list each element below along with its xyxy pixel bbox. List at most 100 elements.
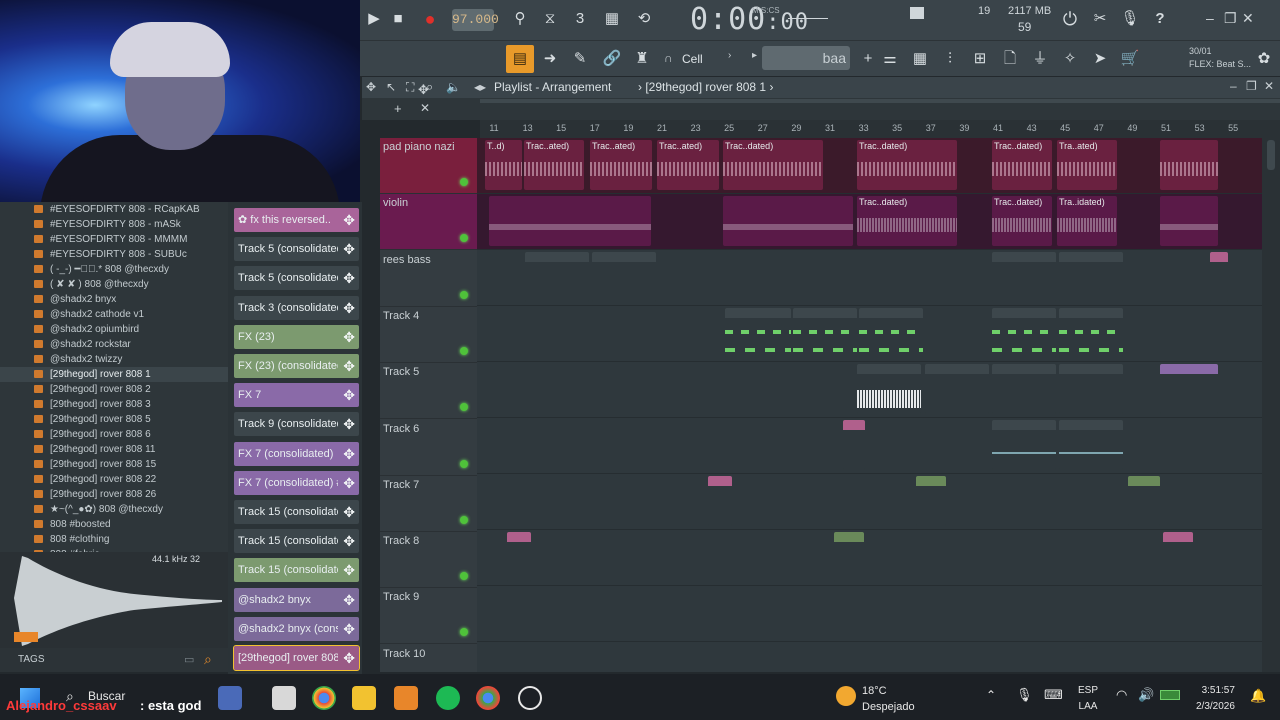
- mute-led-icon[interactable]: [460, 234, 468, 243]
- picker-item[interactable]: Track 3 (consolidated.. ✥: [234, 295, 359, 320]
- news-panel[interactable]: 30/01 FLEX: Beat S...: [1189, 45, 1251, 71]
- clip[interactable]: T..d): [485, 140, 522, 190]
- browser-item[interactable]: ★~(^_●✿) 808 @thecxdy: [0, 502, 228, 517]
- playlist-restore-icon[interactable]: ❐: [1246, 79, 1257, 93]
- drag-icon[interactable]: ✥: [343, 354, 355, 378]
- picker-item[interactable]: FX 7 ✥: [234, 383, 359, 408]
- picker-item[interactable]: [29thegod] rover 808.. ✥: [233, 645, 360, 671]
- drag-icon[interactable]: ✥: [343, 412, 355, 436]
- chevron-right-icon[interactable]: ›: [728, 50, 731, 61]
- clip[interactable]: Trac..dated): [857, 140, 957, 190]
- clip[interactable]: #EYES..ASH: [725, 308, 791, 358]
- clip[interactable]: [1160, 140, 1218, 190]
- track-header[interactable]: Track 9: [380, 588, 477, 645]
- vertical-scrollbar[interactable]: [1262, 120, 1280, 672]
- browser-item[interactable]: @shadx2 bnyx: [0, 292, 228, 307]
- clip[interactable]: [708, 476, 732, 526]
- snap-icon[interactable]: ✥: [418, 82, 429, 98]
- picker-item[interactable]: Track 9 (consolidated) ✥: [234, 412, 359, 437]
- widget-icon[interactable]: [218, 686, 242, 710]
- steam-icon[interactable]: [518, 686, 542, 710]
- clip[interactable]: [1160, 196, 1218, 246]
- microphone-icon[interactable]: 🎙: [1116, 5, 1144, 33]
- clip[interactable]: Tra..ated): [1057, 140, 1117, 190]
- browser-item[interactable]: [29thegod] rover 808 1: [0, 367, 228, 382]
- browser-item[interactable]: ( -_-) ━☆゚.* 808 @thecxdy: [0, 262, 228, 277]
- browser-item[interactable]: [29thegod] rover 808 6: [0, 427, 228, 442]
- clip[interactable]: Trac..ated): [590, 140, 652, 190]
- browser-item[interactable]: @shadx2 cathode v1: [0, 307, 228, 322]
- mute-led-icon[interactable]: [460, 403, 468, 412]
- add-track-icon[interactable]: +: [394, 101, 402, 116]
- clip[interactable]: [1163, 532, 1193, 582]
- clip[interactable]: baa: [992, 420, 1056, 470]
- playlist-minimize-icon[interactable]: –: [1230, 79, 1237, 93]
- browser-item[interactable]: [29thegod] rover 808 22: [0, 472, 228, 487]
- blend-notes-icon[interactable]: ⟲: [630, 5, 658, 33]
- clip[interactable]: snare clap: [925, 364, 989, 414]
- picker-item[interactable]: ✿ fx this reversed.. ✥: [234, 208, 359, 232]
- mute-led-icon[interactable]: [460, 572, 468, 581]
- drag-icon[interactable]: ✥: [343, 646, 355, 670]
- horizontal-scrollbar[interactable]: [480, 99, 1280, 103]
- drag-icon[interactable]: ✥: [343, 208, 355, 232]
- mute-led-icon[interactable]: [460, 459, 468, 468]
- drag-icon[interactable]: ✥: [343, 296, 355, 320]
- track-header[interactable]: violin: [380, 194, 477, 251]
- fl-studio-icon[interactable]: [394, 686, 418, 710]
- clip[interactable]: Tra..idated): [1057, 196, 1117, 246]
- magnet-icon[interactable]: ∩: [664, 51, 673, 65]
- snap-selector[interactable]: Cell: [682, 49, 732, 69]
- volume-icon[interactable]: 🔊: [1138, 687, 1154, 703]
- search-icon[interactable]: ⌕: [204, 651, 212, 668]
- clip[interactable]: 808: [525, 252, 589, 302]
- power-icon[interactable]: ⏻: [1056, 5, 1084, 33]
- notification-icon[interactable]: 🔔: [1250, 688, 1266, 704]
- clip[interactable]: 808: [592, 252, 656, 302]
- move-icon[interactable]: ✥: [366, 80, 376, 94]
- picker-item[interactable]: Track 15 (consolidate.. ✥: [234, 529, 359, 554]
- zoom-window-icon[interactable]: ⛶: [406, 80, 414, 95]
- clip[interactable]: [507, 532, 531, 582]
- remove-icon[interactable]: ✕: [420, 101, 430, 115]
- browser-item[interactable]: [29thegod] rover 808 5: [0, 412, 228, 427]
- clip[interactable]: Trac..dated): [857, 196, 957, 246]
- arrangement-grid[interactable]: T..d) Trac..ated) Trac..ated) Trac..ated…: [477, 138, 1262, 672]
- track-header[interactable]: pad piano nazi: [380, 138, 477, 194]
- drag-icon[interactable]: ✥: [343, 471, 355, 495]
- stamp-icon[interactable]: ♜: [628, 45, 656, 73]
- clip[interactable]: Trac..dated): [992, 196, 1052, 246]
- shop-icon[interactable]: 🛒: [1116, 45, 1144, 73]
- countdown-icon[interactable]: 3: [566, 5, 594, 33]
- drag-icon[interactable]: ✥: [343, 383, 355, 407]
- picker-item[interactable]: Track 15 (consolidate.. ✥: [234, 500, 359, 524]
- drag-icon[interactable]: ✥: [343, 558, 355, 582]
- plugin-icon[interactable]: ⏚: [1026, 45, 1054, 73]
- folder-icon[interactable]: [352, 686, 376, 710]
- timeline-ruler[interactable]: 11 13 15 17 19 21 23 25 27 29 31 33 35 37 39 41 43 45 47 49…: [480, 120, 1262, 138]
- browser-item[interactable]: [29thegod] rover 808 3: [0, 397, 228, 412]
- browser-item[interactable]: #EYESOFDIRTY 808 - SUBUc: [0, 247, 228, 262]
- time-display[interactable]: 0:00:00: [690, 2, 809, 37]
- browser-item[interactable]: [29thegod] rover 808 26: [0, 487, 228, 502]
- track-header[interactable]: Track 4: [380, 307, 477, 363]
- browser-item[interactable]: [29thegod] rover 808 11: [0, 442, 228, 457]
- picker-item[interactable]: FX (23) (consolidated) ✥: [234, 354, 359, 378]
- weather-icon[interactable]: [836, 686, 856, 706]
- track-header[interactable]: rees bass: [380, 251, 477, 307]
- drag-icon[interactable]: ✥: [343, 588, 355, 612]
- drag-icon[interactable]: ✥: [343, 325, 355, 349]
- playlist-view-icon[interactable]: ▤: [506, 45, 534, 73]
- picker-item[interactable]: @shadx2 bnyx (cons.. ✥: [234, 616, 359, 641]
- clip[interactable]: [489, 196, 651, 246]
- step-edit-icon[interactable]: ▦: [598, 5, 626, 33]
- mute-led-icon[interactable]: [460, 346, 468, 355]
- clock[interactable]: 3:51:57 2/3/2026: [1196, 683, 1235, 715]
- clip[interactable]: #EYES..ASH: [859, 308, 923, 358]
- picker-item[interactable]: FX 7 (consolidated) ✥: [234, 441, 359, 466]
- clip[interactable]: @sh...ted): [857, 364, 921, 414]
- stop-icon[interactable]: ■: [384, 5, 412, 33]
- minimize-icon[interactable]: –: [1206, 10, 1214, 26]
- weather-widget[interactable]: 18°C Despejado: [862, 683, 915, 715]
- picker-item[interactable]: Track 5 (consolidated.. ✥: [234, 266, 359, 291]
